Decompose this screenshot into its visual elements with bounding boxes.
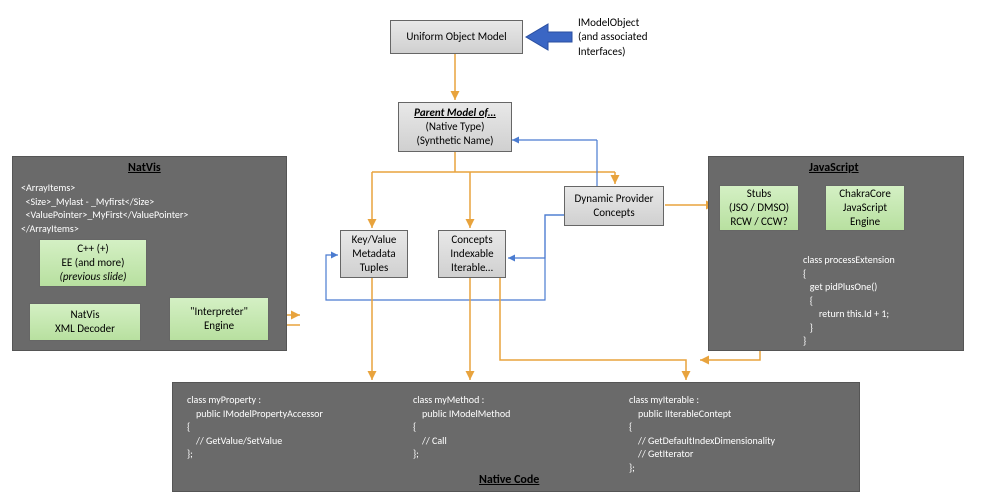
parent-title: Parent Model of… bbox=[414, 106, 496, 120]
key-value-box: Key/Value Metadata Tuples bbox=[340, 230, 408, 278]
stubs-box: Stubs (JSO / DMSO) RCW / CCW? bbox=[719, 185, 799, 231]
native-panel: class myProperty : public IModelProperty… bbox=[172, 382, 860, 492]
concepts-box: Concepts Indexable Iterable… bbox=[438, 230, 506, 278]
natvis-decoder-box: NatVis XML Decoder bbox=[29, 303, 141, 341]
native-title: Native Code bbox=[479, 473, 539, 487]
dynamic-provider-box: Dynamic Provider Concepts bbox=[564, 186, 664, 226]
native-code-3: class myIterable : public IIterableConte… bbox=[629, 393, 775, 474]
chakracore-box: ChakraCore JavaScript Engine bbox=[825, 185, 905, 231]
natvis-title: NatVis bbox=[128, 161, 161, 175]
native-code-2: class myMethod : public IModelMethod { /… bbox=[413, 393, 510, 461]
js-title: JavaScript bbox=[809, 161, 859, 175]
uom-label: Uniform Object Model bbox=[406, 30, 506, 44]
cpp-ee-box: C++ (+) EE (and more) (previous slide) bbox=[39, 239, 147, 287]
javascript-panel: JavaScript Stubs (JSO / DMSO) RCW / CCW?… bbox=[708, 156, 964, 351]
interpreter-engine-box: "Interpreter" Engine bbox=[169, 297, 269, 341]
natvis-xml-code: <ArrayItems> <Size>_Mylast - _Myfirst</S… bbox=[21, 181, 188, 235]
parent-model-box: Parent Model of… (Native Type) (Syntheti… bbox=[398, 102, 512, 152]
js-code: class processExtension { get pidPlusOne(… bbox=[803, 253, 895, 348]
natvis-panel: NatVis <ArrayItems> <Size>_Mylast - _Myf… bbox=[12, 156, 287, 351]
imodelobject-annotation: IModelObject (and associated Interfaces) bbox=[578, 16, 648, 59]
uniform-object-model-box: Uniform Object Model bbox=[390, 20, 523, 54]
native-code-1: class myProperty : public IModelProperty… bbox=[187, 393, 323, 461]
